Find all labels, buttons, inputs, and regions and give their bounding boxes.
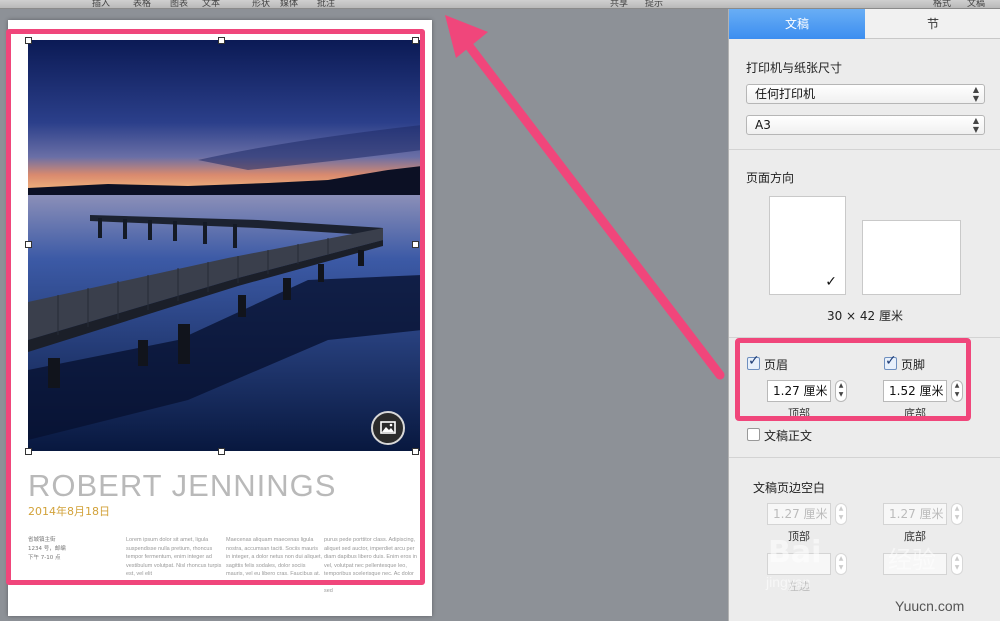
bottom-margin-stepper[interactable]: ▲ ▼ <box>951 503 963 525</box>
document-body-label: 文稿正文 <box>764 429 813 443</box>
divider <box>729 149 1000 150</box>
highlight-frame-header-footer <box>735 338 971 421</box>
tab-section[interactable]: 节 <box>865 9 1000 39</box>
select-arrows-icon: ▲ ▼ <box>972 116 979 134</box>
left-margin-stepper[interactable]: ▲ ▼ <box>835 553 847 575</box>
top-margin-field[interactable]: 1.27 厘米 <box>767 503 831 525</box>
landscape-option[interactable] <box>862 220 961 295</box>
select-arrows-icon: ▲ ▼ <box>972 85 979 103</box>
portrait-option[interactable]: ✓ <box>769 196 846 295</box>
right-margin-stepper[interactable]: ▲ ▼ <box>951 553 963 575</box>
printer-value: 任何打印机 <box>755 87 816 101</box>
paper-size-value: A3 <box>755 118 771 132</box>
tab-document[interactable]: 文稿 <box>729 9 865 39</box>
document-body-checkbox[interactable] <box>747 428 760 441</box>
page-dimensions: 30 × 42 厘米 <box>826 309 904 323</box>
watermark-text: jingyan <box>766 574 811 590</box>
checkmark-icon: ✓ <box>825 274 837 290</box>
site-watermark: Yuucn.com <box>895 598 965 614</box>
printer-section-label: 打印机与纸张尺寸 <box>746 61 843 75</box>
margins-section-label: 文稿页边空白 <box>753 481 826 495</box>
top-margin-stepper[interactable]: ▲ ▼ <box>835 503 847 525</box>
inspector-tabs: 文稿 节 <box>729 9 1000 39</box>
watermark-text: 经验 <box>888 547 936 574</box>
printer-select[interactable]: 任何打印机 ▲ ▼ <box>746 84 985 104</box>
document-inspector: 文稿 节 打印机与纸张尺寸 任何打印机 ▲ ▼ A3 ▲ ▼ 页面方向 ✓ 30 ×… <box>728 9 1000 621</box>
paper-size-select[interactable]: A3 ▲ ▼ <box>746 115 985 135</box>
watermark-logo: Bai <box>768 535 822 570</box>
divider <box>729 457 1000 458</box>
orientation-section-label: 页面方向 <box>746 171 795 185</box>
bottom-margin-field[interactable]: 1.27 厘米 <box>883 503 947 525</box>
